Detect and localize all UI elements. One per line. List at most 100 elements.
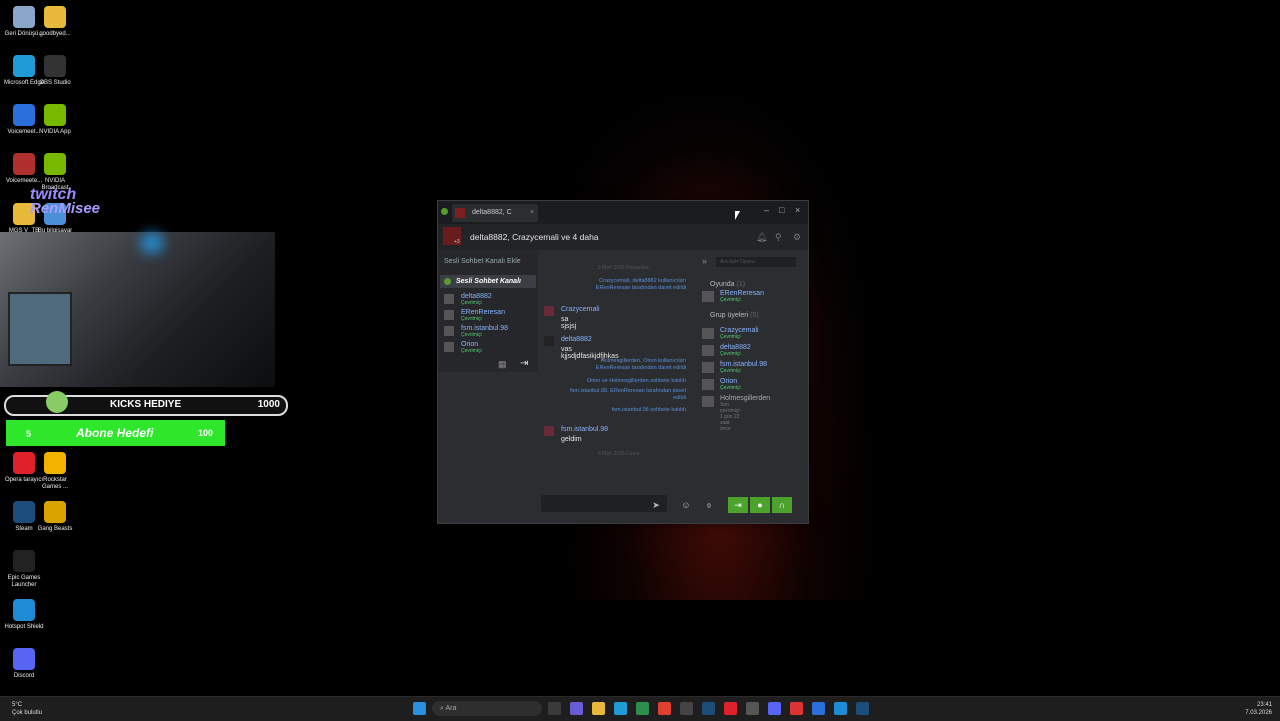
start-icon[interactable] [413,702,426,715]
hotspot-shield-icon[interactable] [834,702,847,715]
avatar [702,396,714,407]
maximize-icon[interactable]: □ [779,205,784,215]
member-status: Çevrimiçi [720,368,741,374]
teams-icon[interactable] [570,702,583,715]
hotspot-shield-icon [13,599,35,621]
attach-icon[interactable]: ⌽ [699,497,719,513]
streamer-name: RenMisee [30,200,101,217]
avatar [702,362,714,373]
steam-status-icon [441,208,448,215]
member-status: Çevrimiçi [720,351,741,357]
leave-voice-button[interactable]: ⇥ [728,497,748,513]
desktop-icon-label: Rockstar Games ... [41,477,68,490]
chat-messages: 5 Mart 2026 Perşembe Crazycemali, delta8… [538,250,694,490]
clock[interactable]: 23:41 7.03.2026 [1245,701,1272,717]
chrome-icon[interactable] [658,702,671,715]
headphones-icon[interactable]: ∩ [772,497,792,513]
kicks-goal-bar: KICKS HEDIYE 1000 [4,391,288,416]
add-voice-channel-button[interactable]: Sesli Sohbet Kanalı Ekle [444,258,521,265]
obs-icon[interactable] [790,702,803,715]
date-divider: 6 Mart 2026 Cuma [598,451,640,457]
mouse-cursor [735,211,740,220]
member-name: Holmesgillerden [720,395,771,402]
file-explorer-icon[interactable] [592,702,605,715]
bell-icon[interactable]: 🔔︎ [756,232,767,243]
steam-icon[interactable] [702,702,715,715]
nvidia-icon[interactable] [812,702,825,715]
member-name: Crazycemali [720,327,759,334]
desktop-icon-hotspot-shield[interactable]: Hotspot Shield [2,599,46,631]
avatar [444,342,454,352]
desktop-icon-rockstar[interactable]: Rockstar Games ... [33,452,77,491]
discord-icon[interactable] [768,702,781,715]
sub-goal-label: Abone Hedefi [76,426,154,440]
microphone-icon[interactable]: ● [750,497,770,513]
task-view-icon[interactable] [548,702,561,715]
chat-title: delta8882, Crazycemali ve 4 daha [470,232,599,242]
add-friend-icon[interactable]: ⚲ [775,232,782,243]
avatar [444,294,454,304]
mail-icon[interactable] [680,702,693,715]
avatar [702,345,714,356]
message-author[interactable]: fsm.istanbul.98 [561,426,608,433]
desktop-icon-label: Epic Games Launcher [7,575,41,588]
avatar [702,291,714,302]
opera-icon[interactable] [724,702,737,715]
avatar [444,310,454,320]
system-message: fsm.istanbul.98 sohbete katıldı [611,407,686,413]
collapse-icon[interactable]: » [702,256,707,266]
voice-channel[interactable]: Sesli Sohbet Kanalı [440,275,536,288]
desktop-icon-gang-beasts[interactable]: Gang Beasts [33,501,77,533]
steam-chat-icon[interactable] [856,702,869,715]
emoji-icon[interactable]: ☺ [676,497,696,513]
member-name: fsm.istanbul.98 [461,325,509,332]
webcam-monitor [8,292,72,366]
webcam-light [140,232,164,254]
system-message: Crazycemali, delta8882 kullanıcıları ERe… [595,278,686,291]
member-status: Çevrimiçi [720,297,741,303]
minimize-icon[interactable]: – [764,205,769,215]
message-author[interactable]: delta8882 [561,336,592,343]
voicemeeter-icon[interactable] [746,702,759,715]
title-bar[interactable]: delta8882, C × – □ × [438,201,808,224]
send-icon[interactable]: ➤ [646,497,666,513]
member-name: delta8882 [461,293,492,300]
sub-goal-value: 100 [197,428,213,438]
desktop-icon-folder[interactable]: goodbyed... [33,6,77,38]
member-status: Çevrimiçi [461,332,482,338]
tab-close-icon[interactable]: × [530,209,534,216]
message-author[interactable]: Crazycemali [561,306,600,313]
avatar [702,379,714,390]
edge-icon[interactable] [614,702,627,715]
close-icon[interactable]: × [795,205,800,215]
store-icon[interactable] [636,702,649,715]
date-divider: 5 Mart 2026 Perşembe [598,265,649,271]
member-name: ERenReresan [720,290,764,297]
desktop-icon-label: OBS Studio [39,80,71,86]
weather-widget[interactable]: 5°C Çok bulutlu [12,701,42,717]
gang-beasts-icon [44,501,66,523]
search-placeholder: Ara [445,705,457,712]
calendar-icon[interactable]: ▦ [498,359,507,370]
search-icon: ⌕ [440,705,444,712]
voice-channel-name: Sesli Sohbet Kanalı [456,278,521,285]
member-name: ERenReresan [461,309,505,316]
desktop-icon-epic[interactable]: Epic Games Launcher [2,550,46,589]
steam-icon [13,501,35,523]
desktop-icon-discord[interactable]: Discord [2,648,46,680]
chat-tab[interactable]: delta8882, C × [452,204,538,222]
desktop-icon-nvidia[interactable]: NVIDIA App [33,104,77,136]
member-status: Çevrimiçi [720,385,741,391]
kick-icon [46,391,68,413]
member-status: Çevrimiçi [461,316,482,322]
extra-members-count: +3 [454,239,460,245]
gear-icon[interactable]: ⚙ [793,232,801,243]
system-message: Holmesgillerden, Orion kullanıcıları ERe… [595,358,686,371]
member-search-input[interactable]: Ara dahi Oyuna [716,257,796,267]
taskbar-search[interactable]: ⌕ Ara [432,701,542,716]
rockstar-icon [44,452,66,474]
desktop-icon-obs[interactable]: OBS Studio [33,55,77,87]
leave-voice-icon[interactable]: ⇥ [520,358,528,369]
webcam-overlay [0,232,275,387]
avatar [544,306,554,316]
